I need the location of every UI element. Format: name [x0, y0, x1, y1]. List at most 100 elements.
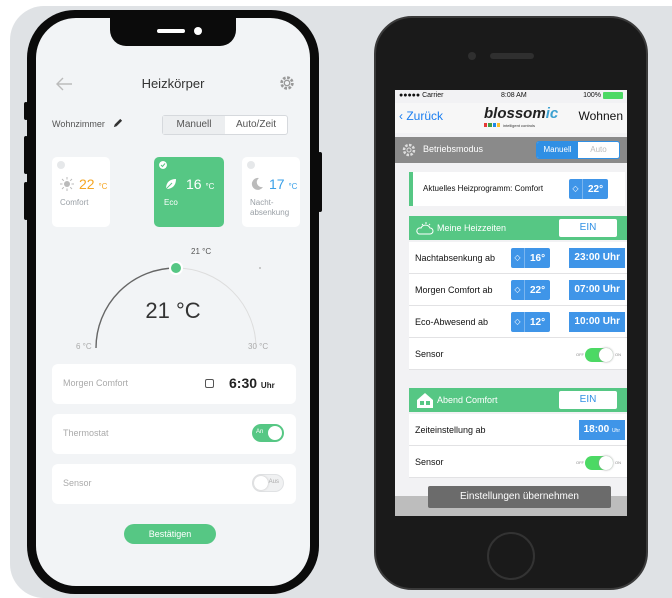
earpiece — [490, 53, 534, 59]
eco-temp: 16 °C — [186, 176, 215, 192]
front-camera — [468, 52, 476, 60]
sensor-card: Sensor Aus — [52, 464, 296, 504]
row-temp: 22° — [530, 284, 546, 296]
tab-manuell[interactable]: Manuell — [163, 116, 225, 134]
time-button[interactable]: 18:00 Uhr — [578, 420, 625, 440]
row-label: Zeiteinstellung ab — [415, 425, 486, 435]
sensor-toggle[interactable]: Aus — [252, 474, 284, 492]
dial-max: 30 °C — [248, 342, 269, 351]
schedule-label: Morgen Comfort — [63, 378, 129, 388]
time-button[interactable]: 10:00 Uhr — [569, 312, 625, 332]
heizzeiten-header: Meine Heizzeiten EIN — [409, 216, 627, 240]
dial-setpoint: 21 °C — [191, 247, 212, 256]
schedule-row: Morgen Comfort ab ◇ 22° 07:00 Uhr — [409, 274, 627, 306]
power-button — [318, 152, 322, 212]
volume-down-button — [24, 182, 28, 220]
gear-icon — [402, 143, 416, 157]
leaf-icon — [165, 179, 176, 190]
chevron-updown-icon: ◇ — [511, 312, 525, 332]
phone-left: Heizkörper Wohnzimmer Manuell Auto/Zeit … — [24, 10, 322, 594]
room-title: Wohnen — [578, 109, 623, 123]
row-temp: 12° — [530, 316, 546, 328]
apply-settings-button[interactable]: Einstellungen übernehmen — [428, 486, 611, 508]
mode-card-comfort[interactable]: 22 °C Comfort — [52, 157, 110, 227]
tab-auto-zeit[interactable]: Auto/Zeit — [225, 116, 287, 134]
check-icon — [159, 161, 167, 169]
chevron-updown-icon: ◇ — [511, 248, 525, 268]
home-button[interactable] — [487, 532, 535, 580]
mode-segmented-control: Manuell Auto/Zeit — [162, 115, 288, 135]
sensor-label: Sensor — [415, 457, 444, 467]
sensor-label: Sensor — [415, 349, 444, 359]
dial-min: 6 °C — [76, 342, 92, 351]
schedule-row: Eco-Abwesend ab ◇ 12° 10:00 Uhr — [409, 306, 627, 338]
mode-card-eco[interactable]: 16 °C Eco — [154, 157, 224, 227]
room-name: Wohnzimmer — [52, 119, 105, 129]
thermostat-toggle[interactable]: An — [252, 424, 284, 442]
abend-ein-button[interactable]: EIN — [559, 391, 617, 409]
row-label: Eco-Abwesend ab — [415, 317, 489, 327]
tab-manuell[interactable]: Manuell — [537, 142, 578, 158]
brand-tagline: intelligent controls — [503, 123, 536, 128]
betriebsmodus-segmented: Manuell Auto — [536, 141, 620, 159]
current-program-label: Aktuelles Heizprogramm: Comfort — [423, 184, 544, 193]
select-dot — [247, 161, 255, 169]
sensor-row: Sensor OFF ON — [409, 338, 627, 370]
mode-cards: 22 °C Comfort 16 °C Eco 17 °C Nacht- abs… — [52, 157, 300, 227]
room-row: Wohnzimmer Manuell Auto/Zeit — [52, 115, 298, 135]
thermostat-label: Thermostat — [63, 428, 109, 438]
betriebsmodus-label: Betriebsmodus — [423, 144, 484, 154]
left-header: Heizkörper — [36, 74, 310, 94]
mute-switch — [24, 102, 28, 120]
time-button[interactable]: 07:00 Uhr — [569, 280, 625, 300]
sensor-toggle[interactable]: OFF ON — [576, 456, 621, 470]
tab-auto[interactable]: Auto — [578, 142, 619, 158]
select-dot — [57, 161, 65, 169]
eco-label: Eco — [164, 198, 178, 207]
row-label: Morgen Comfort ab — [415, 285, 493, 295]
comfort-temp: 22 °C — [79, 176, 108, 192]
temp-stepper[interactable]: ◇ 22° — [511, 280, 551, 300]
program-temp-stepper[interactable]: ◇ 22° — [569, 179, 609, 199]
comfort-label: Comfort — [60, 198, 89, 207]
schedule-time: 6:30 Uhr — [229, 375, 275, 391]
mode-card-nacht[interactable]: 17 °C Nacht- absenkung — [242, 157, 300, 227]
abend-header: Abend Comfort EIN — [409, 388, 627, 412]
pencil-icon[interactable] — [112, 118, 123, 129]
chevron-updown-icon: ◇ — [511, 280, 525, 300]
gear-icon[interactable] — [278, 74, 296, 92]
house-icon — [417, 393, 433, 408]
phone-right: ●●●●● Carrier 8:08 AM 100% ‹ Zurück blos… — [374, 16, 648, 590]
temp-stepper[interactable]: ◇ 16° — [511, 248, 551, 268]
program-temp: 22° — [588, 183, 604, 195]
left-app-screen: Heizkörper Wohnzimmer Manuell Auto/Zeit … — [36, 18, 310, 586]
volume-up-button — [24, 136, 28, 174]
heizzeiten-title: Meine Heizzeiten — [437, 223, 507, 233]
time-row: Zeiteinstellung ab 18:00 Uhr — [409, 414, 627, 446]
battery-percent: 100% — [583, 92, 601, 99]
back-button[interactable]: ‹ Zurück — [399, 109, 443, 123]
sun-cloud-icon — [416, 222, 434, 235]
brand-color-bars — [484, 123, 500, 127]
nacht-label: Nacht- absenkung — [250, 198, 290, 217]
temp-stepper[interactable]: ◇ 12° — [511, 312, 551, 332]
status-bar: ●●●●● Carrier 8:08 AM 100% — [395, 90, 627, 102]
battery-icon — [603, 92, 623, 99]
sensor-toggle[interactable]: OFF ON — [576, 348, 621, 362]
temperature-dial[interactable] — [76, 236, 276, 356]
page-title: Heizkörper — [141, 76, 205, 91]
current-temperature: 21 °C — [145, 298, 201, 323]
sensor-label: Sensor — [63, 478, 92, 488]
notch — [110, 18, 236, 46]
thermostat-card: Thermostat An — [52, 414, 296, 454]
heizzeiten-ein-button[interactable]: EIN — [559, 219, 617, 237]
time-button[interactable]: 23:00 Uhr — [569, 248, 625, 268]
brand-logo: blossomic — [484, 105, 559, 122]
sun-icon — [60, 177, 74, 191]
nacht-temp: 17 °C — [269, 176, 298, 192]
schedule-card[interactable]: Morgen Comfort 6:30 Uhr — [52, 364, 296, 404]
schedule-row: Nachtabsenkung ab ◇ 16° 23:00 Uhr — [409, 242, 627, 274]
confirm-button[interactable]: Bestätigen — [124, 524, 216, 544]
clock-icon — [205, 379, 214, 388]
betriebsmodus-bar: Betriebsmodus Manuell Auto — [395, 137, 627, 163]
